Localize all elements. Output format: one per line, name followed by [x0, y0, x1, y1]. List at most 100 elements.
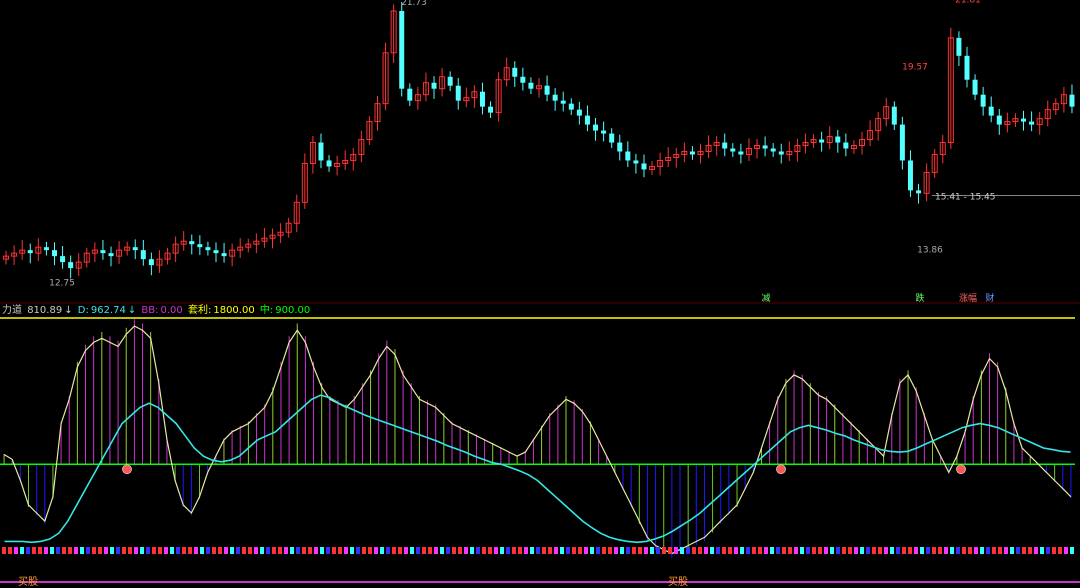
signal-strip-cell	[734, 547, 738, 554]
candle	[625, 151, 631, 161]
signal-strip-cell	[764, 547, 768, 554]
signal-strip-cell	[824, 547, 828, 554]
signal-strip-cell	[302, 547, 306, 554]
signal-strip-cell	[884, 547, 888, 554]
candle	[899, 124, 905, 161]
signal-strip-cell	[146, 547, 150, 554]
signal-strip-cell	[908, 547, 912, 554]
signal-strip-cell	[968, 547, 972, 554]
signal-strip-cell	[380, 547, 384, 554]
signal-strip-cell	[818, 547, 822, 554]
candle	[972, 79, 978, 95]
candle	[205, 247, 211, 251]
signal-strip-cell	[80, 547, 84, 554]
signal-strip-cell	[632, 547, 636, 554]
signal-strip-cell	[140, 547, 144, 554]
signal-strip-cell	[554, 547, 558, 554]
candle	[1021, 118, 1027, 122]
signal-strip-cell	[1070, 547, 1074, 554]
price-annotation: 13.86	[917, 245, 943, 255]
signal-strip-cell	[482, 547, 486, 554]
signal-strip-cell	[596, 547, 600, 554]
signal-strip-cell	[86, 547, 90, 554]
signal-strip-cell	[950, 547, 954, 554]
event-label: 财	[985, 292, 994, 304]
signal-strip-cell	[692, 547, 696, 554]
signal-strip-cell	[716, 547, 720, 554]
signal-strip-cell	[518, 547, 522, 554]
signal-strip-cell	[704, 547, 708, 554]
signal-strip-cell	[62, 547, 66, 554]
candle	[843, 142, 849, 149]
signal-strip-cell	[506, 547, 510, 554]
candle	[552, 94, 558, 101]
signal-strip-cell	[566, 547, 570, 554]
signal-strip-cell	[470, 547, 474, 554]
candle	[51, 250, 57, 257]
signal-strip-cell	[932, 547, 936, 554]
candle	[907, 160, 913, 191]
signal-dot	[956, 464, 966, 475]
signal-strip-cell	[344, 547, 348, 554]
signal-strip-cell	[8, 547, 12, 554]
signal-strip-cell	[644, 547, 648, 554]
signal-strip-cell	[242, 547, 246, 554]
candle	[544, 85, 550, 95]
signal-strip-cell	[422, 547, 426, 554]
signal-strip-cell	[782, 547, 786, 554]
signal-strip-cell	[410, 547, 414, 554]
signal-strip-cell	[440, 547, 444, 554]
signal-strip-cell	[308, 547, 312, 554]
signal-strip-cell	[338, 547, 342, 554]
signal-strip-cell	[830, 547, 834, 554]
signal-strip-cell	[32, 547, 36, 554]
candle	[568, 103, 574, 110]
signal-strip-cell	[1004, 547, 1008, 554]
candle	[633, 160, 639, 164]
signal-strip-cell	[878, 547, 882, 554]
signal-dot	[122, 464, 132, 475]
price-annotation: 21.73	[401, 0, 427, 8]
signal-strip-cell	[860, 547, 864, 554]
signal-strip-cell	[836, 547, 840, 554]
candle	[819, 139, 825, 143]
signal-strip-cell	[542, 547, 546, 554]
signal-strip-cell	[1016, 547, 1020, 554]
signal-strip-cell	[236, 547, 240, 554]
candle	[189, 241, 195, 245]
signal-strip-cell	[602, 547, 606, 554]
candle	[835, 136, 841, 143]
signal-strip-cell	[452, 547, 456, 554]
signal-strip-cell	[668, 547, 672, 554]
signal-strip-cell	[68, 547, 72, 554]
main-line	[3, 325, 1072, 555]
signal-strip-cell	[224, 547, 228, 554]
event-label: 涨幅	[959, 292, 977, 304]
signal-dot	[776, 464, 786, 475]
signal-strip-cell	[44, 547, 48, 554]
signal-strip-cell	[416, 547, 420, 554]
signal-strip-cell	[326, 547, 330, 554]
candle	[68, 262, 74, 269]
signal-strip-cell	[758, 547, 762, 554]
candle	[988, 106, 994, 116]
signal-strip-cell	[404, 547, 408, 554]
signal-strip-cell	[854, 547, 858, 554]
signal-strip-cell	[536, 547, 540, 554]
candle	[641, 163, 647, 170]
signal-strip-cell	[902, 547, 906, 554]
signal-strip-cell	[2, 547, 6, 554]
signal-strip-cell	[722, 547, 726, 554]
stock-chart: 12.75 19.57 21.81 13.86 21.73 15.41 - 15.45 减…	[0, 0, 1080, 588]
signal-strip-cell	[728, 547, 732, 554]
signal-strip-cell	[458, 547, 462, 554]
buy-marker-1: 买股	[18, 576, 38, 588]
candle	[221, 253, 227, 257]
signal-strip-cell	[800, 547, 804, 554]
signal-strip-cell	[524, 547, 528, 554]
signal-strip-cell	[170, 547, 174, 554]
signal-strip-cell	[50, 547, 54, 554]
signal-strip-cell	[248, 547, 252, 554]
signal-strip-cell	[266, 547, 270, 554]
signal-strip-cell	[590, 547, 594, 554]
